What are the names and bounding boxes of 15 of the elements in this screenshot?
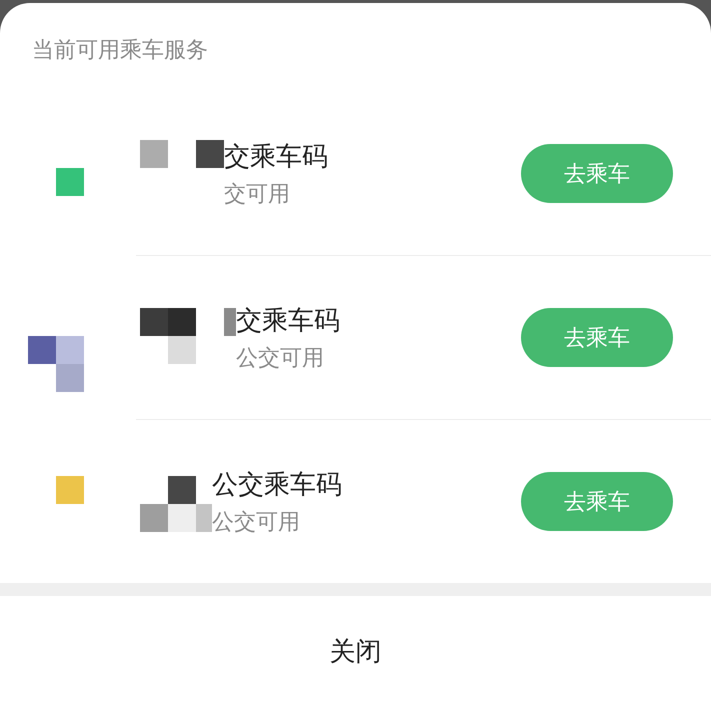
pixelated-mosaic-drawing (140, 476, 212, 532)
service-name: 公交乘车码 (212, 468, 343, 500)
service-name: 交乘车码 (224, 140, 329, 172)
pixelated-logo-drawing (28, 336, 84, 392)
pixelated-logo-drawing (56, 168, 84, 196)
service-name: 交乘车码 (236, 304, 341, 336)
service-subtitle: 公交可用 (212, 508, 301, 536)
ride-button[interactable]: 去乘车 (521, 472, 673, 531)
pixelated-logo-drawing (56, 476, 84, 504)
ride-button[interactable]: 去乘车 (521, 308, 673, 367)
close-button[interactable]: 关闭 (314, 632, 398, 668)
service-subtitle: 公交可用 (236, 344, 325, 372)
ride-button[interactable]: 去乘车 (521, 144, 673, 203)
service-subtitle: 交可用 (224, 180, 291, 208)
sheet-title: 当前可用乘车服务 (32, 36, 208, 64)
